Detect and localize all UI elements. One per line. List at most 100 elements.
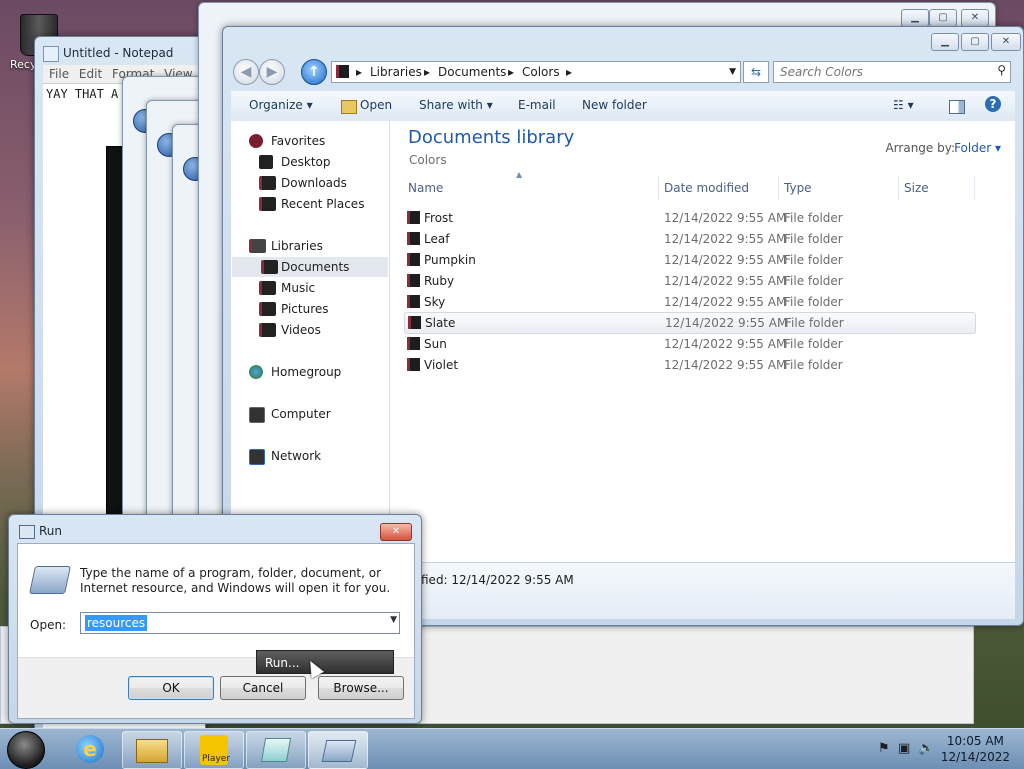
downloads-icon [259, 176, 276, 190]
navigation-pane: Favorites Desktop Downloads Recent Place… [231, 121, 390, 565]
nav-desktop[interactable]: Desktop [259, 152, 331, 172]
nav-libraries[interactable]: Libraries [249, 236, 323, 256]
new-folder-button[interactable]: New folder [582, 98, 647, 112]
nav-music[interactable]: Music [259, 278, 315, 298]
nav-homegroup[interactable]: Homegroup [249, 362, 341, 382]
open-input-value[interactable]: resources [85, 615, 148, 631]
internet-explorer-icon[interactable]: e [76, 735, 104, 763]
command-bar: Organize ▾ Open Share with ▾ E-mail New … [231, 91, 1015, 122]
breadcrumb-colors[interactable]: Colors [522, 62, 560, 82]
column-header-name[interactable]: Name [404, 176, 659, 200]
open-combobox[interactable]: resources ▼ [80, 612, 400, 634]
file-list-pane: Documents library Colors Arrange by: Fol… [390, 121, 1015, 565]
maximize-button[interactable]: ▢ [961, 33, 989, 51]
action-center-flag-icon[interactable]: ⚑ [878, 741, 890, 756]
address-bar[interactable]: ▸ Libraries ▸ Documents ▸ Colors ▸ ▼ [331, 61, 741, 83]
file-row[interactable]: Sky 12/14/2022 9:55 AM File folder [404, 292, 974, 312]
homegroup-icon [249, 365, 263, 379]
cancel-button[interactable]: Cancel [220, 676, 306, 700]
star-icon [249, 134, 263, 148]
file-row[interactable]: Frost 12/14/2022 9:55 AM File folder [404, 208, 974, 228]
maximize-button[interactable]: ▢ [929, 9, 957, 27]
network-icon [249, 449, 265, 465]
run-dialog-body: Type the name of a program, folder, docu… [17, 543, 415, 719]
address-dropdown-icon[interactable]: ▼ [729, 62, 736, 82]
nav-computer[interactable]: Computer [249, 404, 331, 424]
library-icon [336, 65, 349, 78]
taskbar-run-button[interactable] [308, 731, 368, 769]
taskbar-player-button[interactable]: Player [184, 731, 244, 769]
file-row[interactable]: Leaf 12/14/2022 9:55 AM File folder [404, 229, 974, 249]
library-subtitle: Colors [409, 153, 447, 167]
close-button[interactable]: ✕ [380, 523, 412, 541]
taskbar: e Player ⚑ ▣ 🔈 10:05 AM 12/14/2022 [0, 728, 1024, 769]
clock-time: 10:05 AM [946, 734, 1004, 748]
column-header-size[interactable]: Size [900, 176, 975, 200]
libraries-icon [249, 239, 266, 253]
clock-date: 12/14/2022 [940, 750, 1010, 764]
address-bar-row: ◀ ▶ ↑ ▸ Libraries ▸ Documents ▸ Colors ▸… [231, 57, 1015, 87]
file-row-selected[interactable]: Slate 12/14/2022 9:55 AM File folder [404, 312, 976, 334]
nav-videos[interactable]: Videos [259, 320, 321, 340]
column-header-type[interactable]: Type [780, 176, 899, 200]
taskbar-notepad-button[interactable] [246, 731, 306, 769]
nav-pictures[interactable]: Pictures [259, 299, 329, 319]
details-date-modified: fied: 12/14/2022 9:55 AM [421, 573, 574, 587]
nav-documents-selected[interactable]: Documents [232, 257, 388, 277]
run-title: Run [39, 524, 63, 538]
recycle-bin-label: Recy [10, 58, 37, 71]
column-header-date[interactable]: Date modified [660, 176, 779, 200]
browse-button[interactable]: Browse... [318, 676, 404, 700]
close-button[interactable]: ✕ [961, 9, 989, 27]
nav-recent-places[interactable]: Recent Places [259, 194, 364, 214]
run-description: Type the name of a program, folder, docu… [80, 566, 391, 595]
refresh-button[interactable]: ⇆ [743, 61, 769, 83]
run-dialog[interactable]: Run ✕ Type the name of a program, folder… [8, 514, 422, 724]
file-row[interactable]: Violet 12/14/2022 9:55 AM File folder [404, 355, 974, 375]
run-tooltip: Run... [256, 650, 394, 674]
folder-icon [407, 211, 420, 224]
nav-network[interactable]: Network [249, 446, 321, 466]
search-box[interactable]: ⚲ [773, 61, 1011, 83]
clock[interactable]: 10:05 AM 12/14/2022 [941, 733, 1010, 765]
minimize-button[interactable]: ▁ [931, 33, 959, 51]
folder-icon [341, 100, 357, 114]
menu-file[interactable]: File [49, 65, 69, 83]
breadcrumb-libraries[interactable]: Libraries [370, 62, 422, 82]
videos-icon [259, 323, 276, 337]
email-button[interactable]: E-mail [518, 98, 556, 112]
share-with-button[interactable]: Share with ▾ [419, 98, 493, 112]
file-row[interactable]: Sun 12/14/2022 9:55 AM File folder [404, 334, 974, 354]
nav-downloads[interactable]: Downloads [259, 173, 347, 193]
recent-places-icon [259, 197, 276, 211]
run-icon [321, 740, 357, 762]
breadcrumb-documents[interactable]: Documents [438, 62, 506, 82]
help-icon[interactable]: ? [985, 96, 1001, 112]
chevron-down-icon[interactable]: ▼ [390, 615, 397, 625]
back-button[interactable]: ◀ [233, 59, 259, 85]
taskbar-explorer-button[interactable] [122, 731, 182, 769]
organize-button[interactable]: Organize ▾ [249, 98, 313, 112]
view-options-icon[interactable]: ☷ ▾ [893, 98, 914, 112]
pictures-icon [259, 302, 276, 316]
nav-favorites[interactable]: Favorites [249, 131, 325, 151]
close-button[interactable]: ✕ [991, 33, 1021, 51]
open-button[interactable]: Open [360, 98, 392, 112]
folder-icon [407, 253, 420, 266]
up-button[interactable]: ↑ [301, 59, 327, 85]
menu-edit[interactable]: Edit [79, 65, 102, 83]
minimize-button[interactable]: ▁ [901, 9, 929, 27]
file-row[interactable]: Ruby 12/14/2022 9:55 AM File folder [404, 271, 974, 291]
preview-pane-icon[interactable] [949, 100, 965, 114]
volume-icon[interactable]: 🔈 [918, 741, 934, 756]
file-row[interactable]: Pumpkin 12/14/2022 9:55 AM File folder [404, 250, 974, 270]
system-tray: ⚑ ▣ 🔈 10:05 AM 12/14/2022 [854, 729, 1024, 769]
network-icon[interactable]: ▣ [898, 741, 910, 756]
start-button[interactable] [7, 731, 45, 769]
search-input[interactable] [778, 62, 982, 82]
arrange-by-dropdown[interactable]: Folder ▾ [954, 141, 1001, 155]
ok-button[interactable]: OK [128, 676, 214, 700]
arrange-by-label: Arrange by: [885, 141, 955, 155]
sort-arrow-icon: ▲ [516, 170, 523, 179]
forward-button[interactable]: ▶ [259, 59, 285, 85]
